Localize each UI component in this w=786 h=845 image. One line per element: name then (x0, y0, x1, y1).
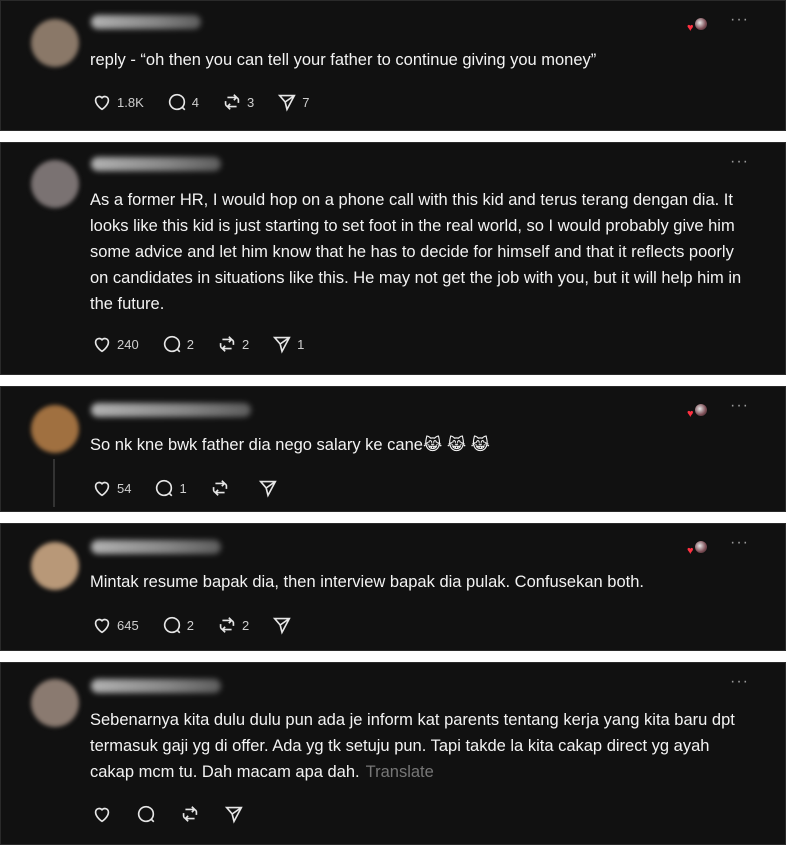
share-button[interactable] (257, 477, 283, 499)
repost-icon (224, 94, 240, 110)
avatar[interactable] (31, 679, 79, 727)
like-button[interactable]: 240 (91, 333, 139, 355)
username-blurred[interactable] (91, 679, 221, 693)
action-bar: 645 2 2 (91, 614, 319, 636)
action-bar (91, 803, 267, 825)
action-bar: 54 1 (91, 477, 305, 499)
avatar[interactable] (31, 19, 79, 67)
reply-count: 2 (186, 617, 194, 633)
action-bar: 1.8K 4 3 7 (91, 91, 331, 113)
comment-text: reply - “oh then you can tell your fathe… (90, 51, 597, 69)
reply-count: 2 (186, 336, 194, 352)
reply-button[interactable]: 4 (166, 91, 199, 113)
more-icon[interactable]: ··· (730, 535, 749, 551)
share-icon (258, 480, 277, 498)
comment-card-3: ♥ ··· So nk kne bwk father dia nego sala… (0, 386, 786, 512)
share-button[interactable]: 1 (271, 333, 304, 355)
reply-button[interactable]: 2 (161, 614, 194, 636)
like-count: 645 (117, 617, 139, 633)
more-icon[interactable]: ··· (730, 674, 749, 690)
repost-count: 2 (241, 617, 250, 633)
comment-text: Sebenarnya kita dulu dulu pun ada je inf… (90, 707, 745, 785)
author-liked-badge: ♥ (687, 17, 709, 35)
share-count: 1 (297, 336, 305, 352)
share-button[interactable] (271, 614, 297, 636)
like-count: 54 (117, 480, 132, 496)
author-liked-badge: ♥ (687, 403, 709, 421)
comment-text: So nk kne bwk father dia nego salary ke … (90, 436, 490, 454)
share-icon (273, 617, 291, 635)
like-count: 1.8K (117, 94, 144, 110)
avatar[interactable] (31, 160, 79, 208)
comment-card-2: ··· As a former HR, I would hop on a pho… (0, 142, 786, 375)
reply-count: 1 (179, 480, 187, 496)
comment-icon (137, 805, 155, 823)
heart-icon: ♥ (687, 545, 694, 557)
repost-icon (219, 617, 235, 633)
repost-button[interactable] (179, 803, 201, 825)
share-icon (224, 806, 243, 824)
repost-button[interactable]: 2 (216, 333, 249, 355)
like-button[interactable] (91, 803, 113, 825)
heart-icon (94, 481, 110, 497)
repost-button[interactable]: 2 (216, 614, 249, 636)
translate-link[interactable]: Translate (366, 763, 434, 781)
like-button[interactable]: 645 (91, 614, 139, 636)
like-button[interactable]: 1.8K (91, 91, 144, 113)
action-bar: 240 2 2 1 (91, 333, 326, 355)
author-avatar-mini (694, 403, 708, 417)
thread-line (53, 459, 55, 507)
author-avatar-mini (694, 17, 708, 31)
avatar[interactable] (31, 542, 79, 590)
comment-icon (168, 93, 186, 111)
heart-icon (94, 807, 110, 823)
like-button[interactable]: 54 (91, 477, 131, 499)
repost-count: 2 (241, 336, 250, 352)
comment-text: Mintak resume bapak dia, then interview … (90, 573, 644, 591)
like-count: 240 (117, 336, 139, 352)
repost-button[interactable] (209, 477, 235, 499)
heart-icon: ♥ (687, 408, 694, 420)
share-icon (273, 336, 291, 354)
heart-icon (94, 618, 110, 634)
heart-icon: ♥ (687, 22, 694, 34)
repost-icon (182, 806, 198, 822)
username-blurred[interactable] (91, 157, 221, 171)
reply-button[interactable] (135, 803, 157, 825)
heart-icon (94, 337, 110, 353)
more-icon[interactable]: ··· (730, 154, 749, 170)
username-blurred[interactable] (91, 540, 221, 554)
username-blurred[interactable] (91, 403, 251, 417)
share-icon (278, 94, 296, 112)
share-button[interactable]: 7 (276, 91, 309, 113)
reply-button[interactable]: 1 (153, 477, 187, 499)
author-liked-badge: ♥ (687, 540, 709, 558)
repost-icon (212, 480, 227, 496)
comment-icon (163, 335, 181, 353)
comment-card-4: ♥ ··· Mintak resume bapak dia, then inte… (0, 523, 786, 651)
comment-card-5: ··· Sebenarnya kita dulu dulu pun ada je… (0, 662, 786, 845)
comment-icon (163, 616, 181, 634)
share-count: 7 (302, 94, 310, 110)
avatar[interactable] (31, 405, 79, 453)
repost-icon (219, 336, 235, 352)
more-icon[interactable]: ··· (730, 12, 749, 28)
share-button[interactable] (223, 803, 245, 825)
comment-text: As a former HR, I would hop on a phone c… (90, 191, 742, 313)
heart-icon (94, 95, 110, 111)
reply-button[interactable]: 2 (161, 333, 194, 355)
reply-count: 4 (191, 94, 199, 110)
repost-count: 3 (246, 94, 255, 110)
username-blurred[interactable] (91, 15, 201, 29)
repost-button[interactable]: 3 (221, 91, 254, 113)
author-avatar-mini (694, 540, 708, 554)
comment-card-1: ♥ ··· reply - “oh then you can tell your… (0, 0, 786, 131)
more-icon[interactable]: ··· (730, 398, 749, 414)
comment-icon (156, 479, 173, 497)
